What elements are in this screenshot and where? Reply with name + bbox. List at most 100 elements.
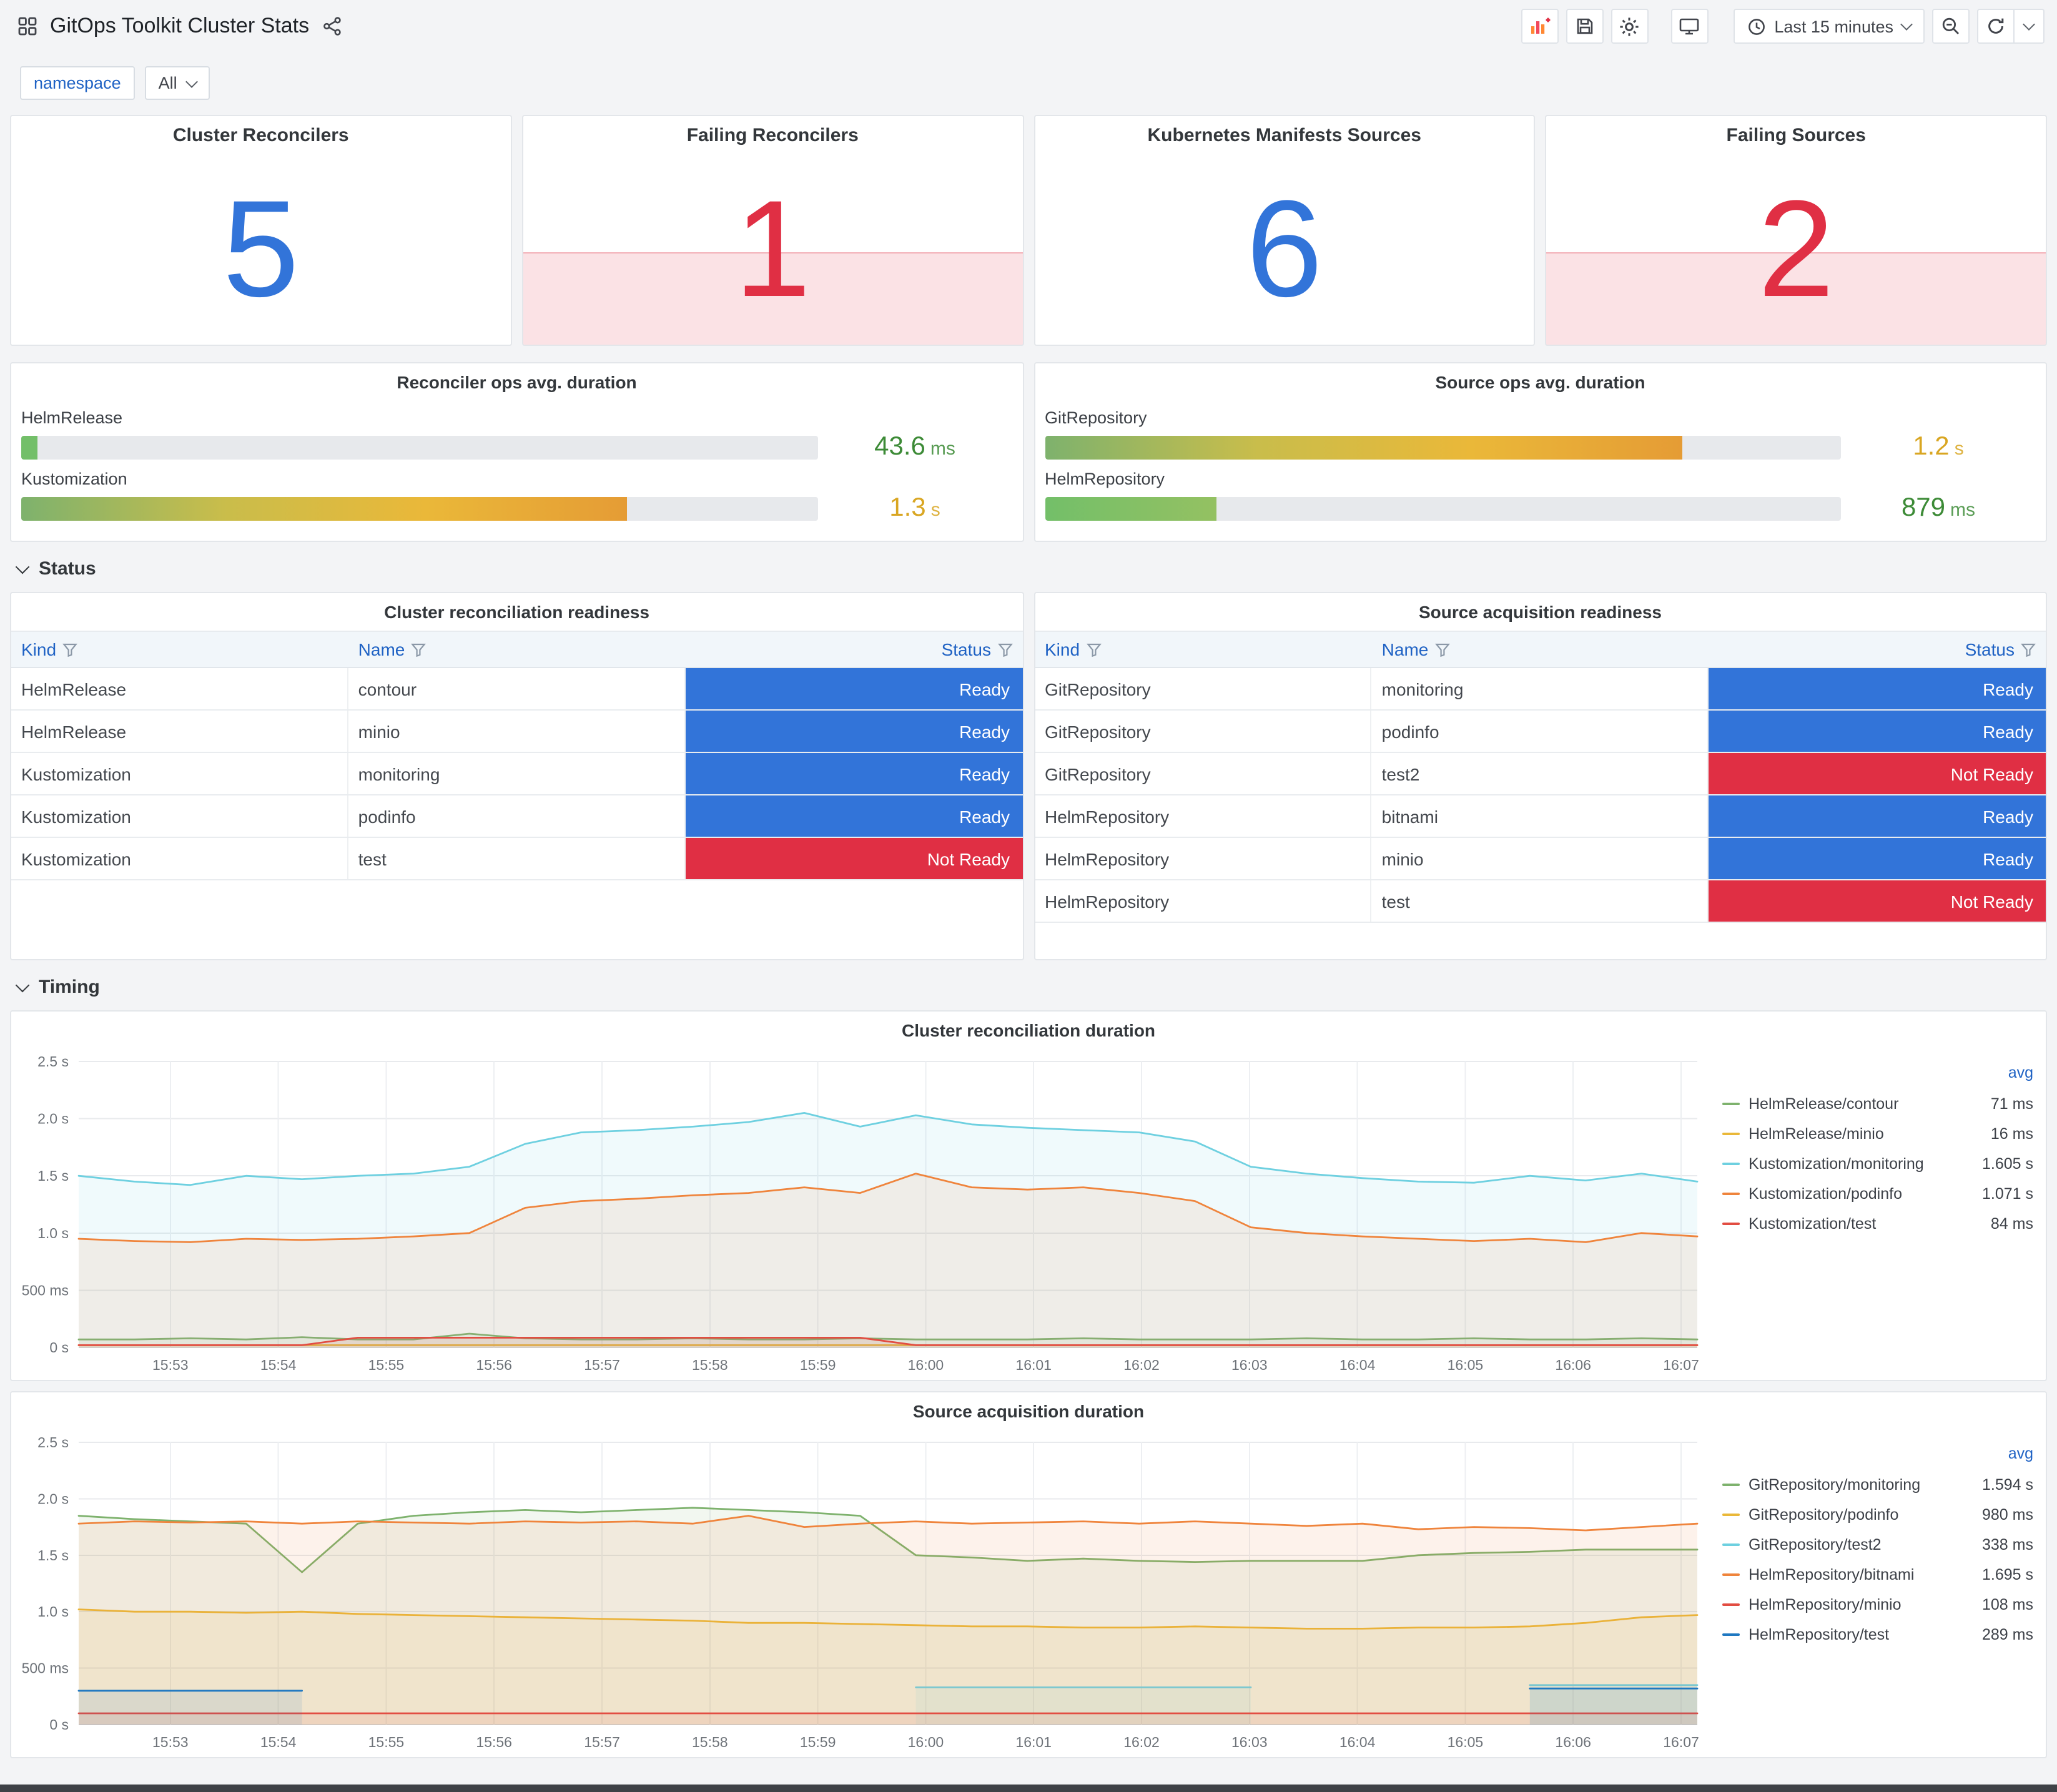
timeseries-panel-source-acquisition: Source acquisition duration 0 s 500 ms 1.0… — [10, 1391, 2047, 1758]
legend-item: Kustomization/podinfo 1.071 s — [1722, 1179, 2033, 1209]
cell-name: test2 — [1372, 753, 1709, 794]
cell-status: Ready — [685, 753, 1022, 794]
cell-status: Not Ready — [1709, 880, 2046, 922]
stat-panel: Kubernetes Manifests Sources 6 — [1033, 115, 1536, 346]
panel-title[interactable]: Cluster reconciliation duration — [11, 1012, 2046, 1049]
add-panel-icon — [1531, 17, 1550, 34]
grafana-dashboard: GitOps Toolkit Cluster Stats Last 15 min… — [0, 0, 2057, 1792]
save-dashboard-button[interactable] — [1566, 9, 1604, 44]
panel-title[interactable]: Source acquisition readiness — [1035, 593, 2046, 631]
time-picker-button[interactable]: Last 15 minutes — [1733, 9, 1925, 44]
panel-title[interactable]: Cluster reconciliation readiness — [11, 593, 1022, 631]
column-header-kind[interactable]: Kind — [1035, 632, 1372, 667]
panel-title[interactable]: Source ops avg. duration — [1035, 363, 2046, 401]
svg-text:16:05: 16:05 — [1448, 1734, 1484, 1750]
legend-color-dash — [1722, 1193, 1740, 1195]
svg-text:15:57: 15:57 — [584, 1734, 620, 1750]
row-header-timing[interactable]: Timing — [0, 960, 2057, 1008]
variable-value-dropdown[interactable]: All — [144, 66, 210, 100]
stat-value: 1 — [734, 172, 811, 325]
svg-text:16:01: 16:01 — [1015, 1357, 1052, 1373]
filter-funnel-icon[interactable] — [1086, 642, 1101, 656]
column-header-kind[interactable]: Kind — [11, 632, 348, 667]
chart-plot[interactable]: 0 s 500 ms 1.0 s 1.5 s 2.0 s 2.5 s 15:53 15:54 1… — [11, 1049, 1715, 1380]
page-bottom-bar — [0, 1785, 2057, 1792]
share-icon[interactable] — [322, 16, 342, 36]
filter-funnel-icon[interactable] — [2021, 642, 2036, 656]
cycle-view-mode-button[interactable] — [1670, 9, 1709, 44]
legend-series-name[interactable]: HelmRepository/test — [1749, 1626, 1982, 1643]
gauge-bar — [1045, 435, 1682, 459]
svg-text:15:57: 15:57 — [584, 1357, 620, 1373]
apps-grid-icon[interactable] — [17, 16, 37, 36]
add-panel-button[interactable] — [1521, 9, 1559, 44]
legend-avg-header[interactable]: avg — [1722, 1445, 2033, 1470]
svg-text:500 ms: 500 ms — [22, 1660, 69, 1676]
cell-name: contour — [348, 668, 686, 709]
legend-avg-header[interactable]: avg — [1722, 1064, 2033, 1089]
panel-title[interactable]: Failing Reconcilers — [523, 116, 1023, 154]
gauge-value-number: 43.6 — [874, 432, 925, 461]
legend-series-name[interactable]: HelmRepository/minio — [1749, 1596, 1982, 1613]
cell-kind: HelmRelease — [11, 668, 348, 709]
gauge-bar — [21, 435, 37, 459]
table-row: HelmRelease minio Ready — [11, 711, 1022, 753]
legend-series-name[interactable]: Kustomization/monitoring — [1749, 1155, 1982, 1173]
legend-item: Kustomization/test 84 ms — [1722, 1209, 2033, 1239]
legend-series-avg: 84 ms — [1990, 1215, 2033, 1233]
cell-kind: HelmRepository — [1035, 838, 1372, 879]
panel-title[interactable]: Failing Sources — [1547, 116, 2046, 154]
legend-series-avg: 289 ms — [1982, 1626, 2033, 1643]
chart-svg: 0 s 500 ms 1.0 s 1.5 s 2.0 s 2.5 s 15:53 15:54 1… — [22, 1434, 1699, 1750]
gauge-rows: HelmRelease 43.6 ms Kustomization 1.3 s — [11, 401, 1022, 531]
cell-name: monitoring — [348, 753, 686, 794]
legend-series-name[interactable]: GitRepository/monitoring — [1749, 1476, 1982, 1494]
column-header-status[interactable]: Status — [1709, 632, 2046, 667]
zoom-out-button[interactable] — [1932, 9, 1970, 44]
refresh-button[interactable] — [1977, 9, 2015, 44]
filter-funnel-icon[interactable] — [411, 642, 427, 656]
filter-funnel-icon[interactable] — [62, 642, 77, 656]
gauge-value-unit: ms — [930, 438, 955, 460]
legend-series-name[interactable]: HelmRelease/minio — [1749, 1125, 1991, 1143]
panel-title[interactable]: Kubernetes Manifests Sources — [1035, 116, 1534, 154]
dashboard-settings-button[interactable] — [1611, 9, 1649, 44]
column-header-status[interactable]: Status — [685, 632, 1022, 667]
column-header-name[interactable]: Name — [348, 632, 686, 667]
legend-series-name[interactable]: Kustomization/test — [1749, 1215, 1991, 1233]
svg-text:16:01: 16:01 — [1015, 1734, 1052, 1750]
legend-series-name[interactable]: GitRepository/podinfo — [1749, 1506, 1982, 1524]
panel-title[interactable]: Reconciler ops avg. duration — [11, 363, 1022, 401]
legend-item: GitRepository/podinfo 980 ms — [1722, 1500, 2033, 1530]
clock-icon — [1748, 18, 1765, 34]
cell-name: monitoring — [1372, 668, 1709, 709]
panel-title[interactable]: Cluster Reconcilers — [11, 116, 511, 154]
table-row: Kustomization monitoring Ready — [11, 753, 1022, 795]
panel-title[interactable]: Source acquisition duration — [11, 1392, 2046, 1430]
filter-funnel-icon[interactable] — [997, 642, 1012, 656]
legend-series-name[interactable]: GitRepository/test2 — [1749, 1536, 1982, 1553]
svg-text:16:07: 16:07 — [1663, 1734, 1699, 1750]
legend-series-name[interactable]: HelmRelease/contour — [1749, 1095, 1991, 1113]
legend-series-name[interactable]: Kustomization/podinfo — [1749, 1185, 1982, 1203]
cell-kind: HelmRepository — [1035, 795, 1372, 837]
refresh-interval-button[interactable] — [2015, 9, 2045, 44]
svg-text:16:04: 16:04 — [1339, 1734, 1376, 1750]
legend-series-name[interactable]: HelmRepository/bitnami — [1749, 1566, 1982, 1583]
svg-text:2.5 s: 2.5 s — [37, 1053, 69, 1070]
row-header-status[interactable]: Status — [0, 542, 2057, 589]
svg-text:0 s: 0 s — [49, 1716, 69, 1733]
svg-text:1.5 s: 1.5 s — [37, 1547, 69, 1563]
legend-item: GitRepository/test2 338 ms — [1722, 1530, 2033, 1560]
gauge-row: GitRepository 1.2 s — [1045, 408, 2036, 462]
column-header-name[interactable]: Name — [1372, 632, 1709, 667]
gauge-value-number: 879 — [1901, 493, 1946, 522]
chart-plot[interactable]: 0 s 500 ms 1.0 s 1.5 s 2.0 s 2.5 s 15:53 15:54 1… — [11, 1430, 1715, 1757]
filter-funnel-icon[interactable] — [1434, 642, 1450, 656]
cell-kind: Kustomization — [11, 753, 348, 794]
gauge-rows: GitRepository 1.2 s HelmRepository 879 ms — [1035, 401, 2046, 531]
legend-item: GitRepository/monitoring 1.594 s — [1722, 1470, 2033, 1500]
cell-kind: HelmRepository — [1035, 880, 1372, 922]
legend-series-avg: 1.605 s — [1981, 1155, 2033, 1173]
svg-text:15:58: 15:58 — [692, 1357, 728, 1373]
